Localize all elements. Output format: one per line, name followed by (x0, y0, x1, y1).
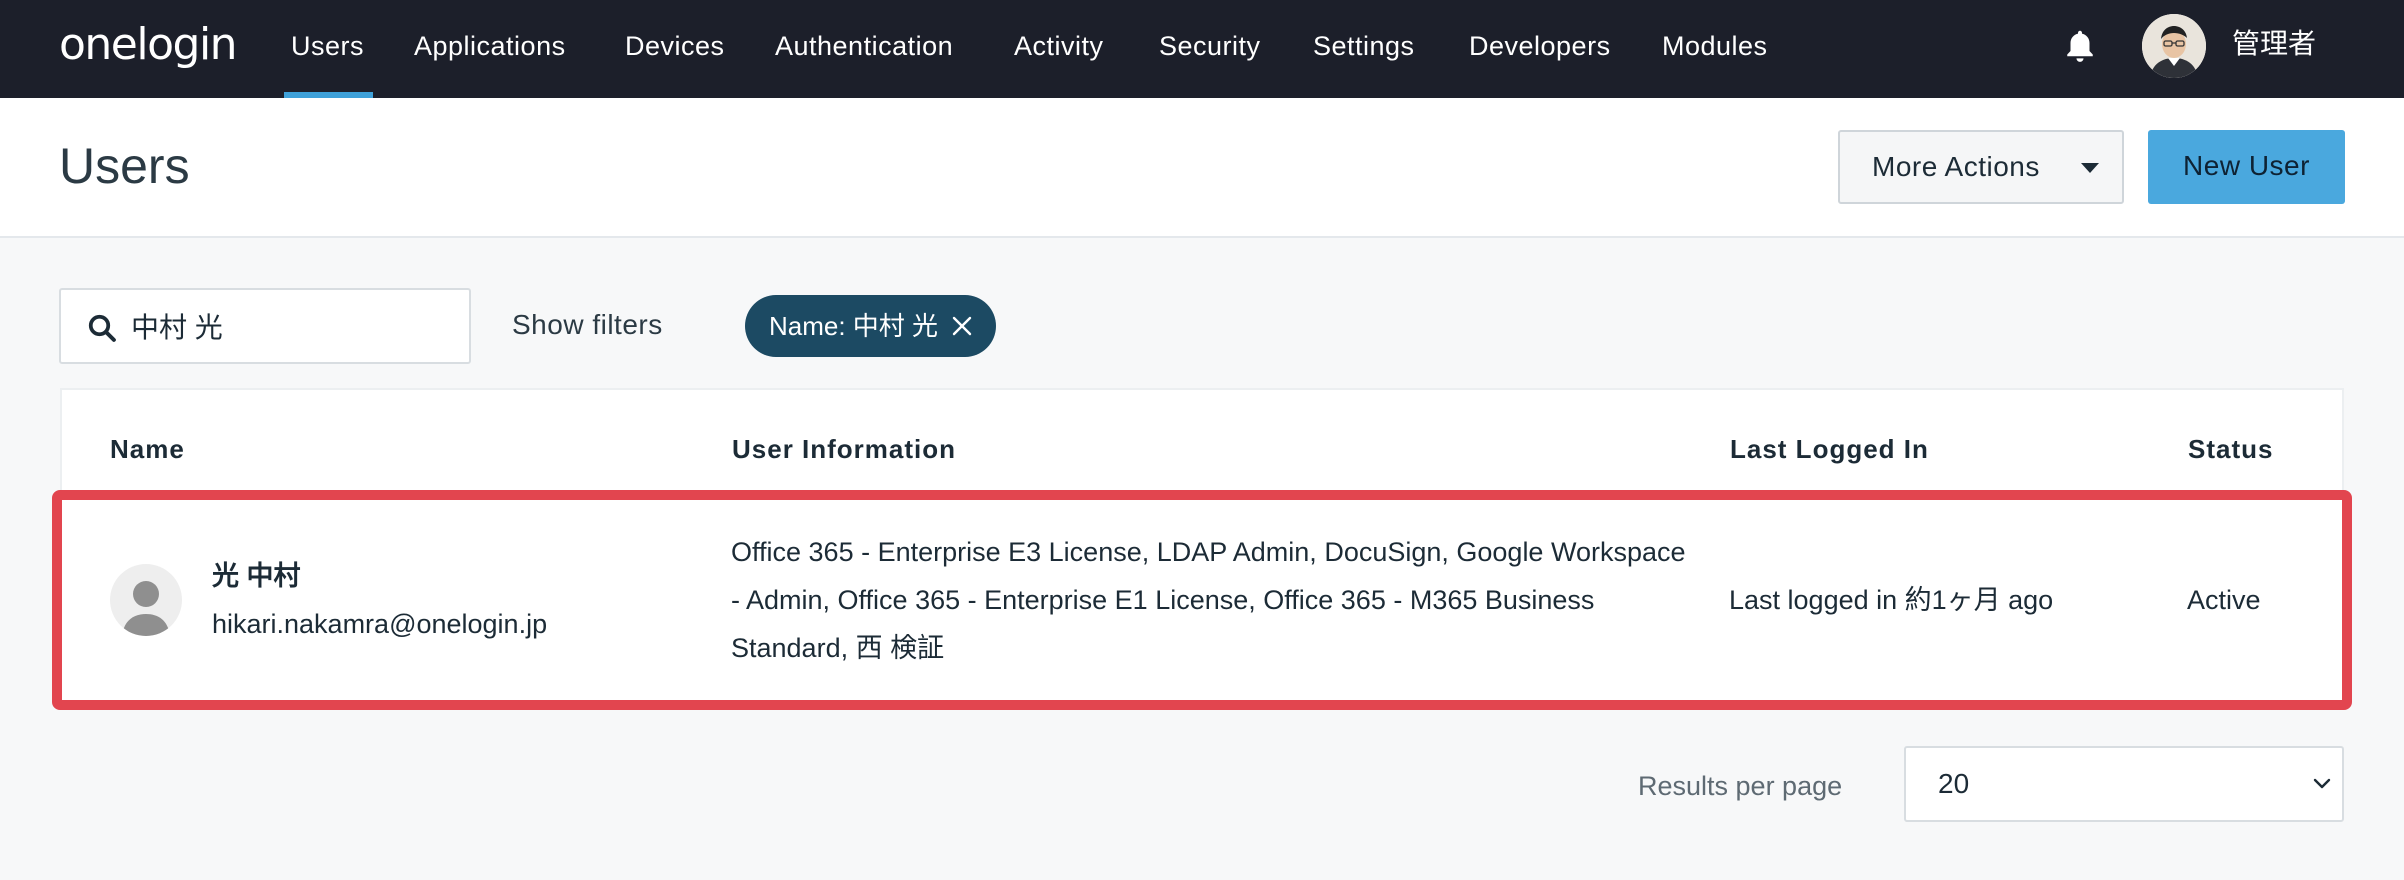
admin-user-name[interactable]: 管理者 (2232, 24, 2316, 64)
column-header-status[interactable]: Status (2188, 432, 2273, 466)
page-header: Users More Actions New User (0, 98, 2404, 238)
top-navigation-bar: onelogin Users Applications Devices Auth… (0, 0, 2404, 98)
onelogin-logo[interactable]: onelogin (59, 14, 238, 76)
more-actions-button[interactable]: More Actions (1838, 130, 2124, 204)
nav-item-users[interactable]: Users (283, 0, 374, 98)
search-box[interactable] (59, 288, 471, 364)
chevron-down-icon (2313, 778, 2331, 789)
nav-item-activity[interactable]: Activity (1014, 0, 1104, 98)
column-header-name[interactable]: Name (110, 432, 185, 466)
column-header-last-logged-in[interactable]: Last Logged In (1730, 432, 1929, 466)
results-per-page-label: Results per page (1638, 771, 1843, 801)
filter-chip-name[interactable]: Name: 中村 光 (745, 295, 996, 357)
nav-item-applications[interactable]: Applications (414, 0, 566, 98)
results-per-page-value: 20 (1938, 768, 1970, 799)
nav-item-developers[interactable]: Developers (1469, 0, 1611, 98)
page-title: Users (59, 138, 190, 194)
search-icon (88, 314, 116, 342)
nav-item-devices[interactable]: Devices (625, 0, 725, 98)
row-highlight-annotation (52, 490, 2352, 710)
close-icon[interactable] (951, 315, 973, 337)
search-input[interactable] (131, 300, 451, 352)
more-actions-label: More Actions (1872, 151, 2040, 182)
user-avatar[interactable] (2142, 14, 2206, 78)
show-filters-link[interactable]: Show filters (512, 304, 663, 346)
nav-item-settings[interactable]: Settings (1313, 0, 1415, 98)
filter-chip-label: Name: 中村 光 (769, 311, 939, 341)
results-per-page-select[interactable]: 20 (1904, 746, 2344, 822)
avatar-portrait-icon (2142, 14, 2206, 78)
column-header-user-information[interactable]: User Information (732, 432, 956, 466)
bell-icon[interactable] (2063, 28, 2097, 66)
new-user-button[interactable]: New User (2148, 130, 2345, 204)
caret-down-icon (2081, 163, 2099, 173)
nav-item-modules[interactable]: Modules (1662, 0, 1768, 98)
nav-item-authentication[interactable]: Authentication (775, 0, 953, 98)
nav-item-security[interactable]: Security (1159, 0, 1261, 98)
